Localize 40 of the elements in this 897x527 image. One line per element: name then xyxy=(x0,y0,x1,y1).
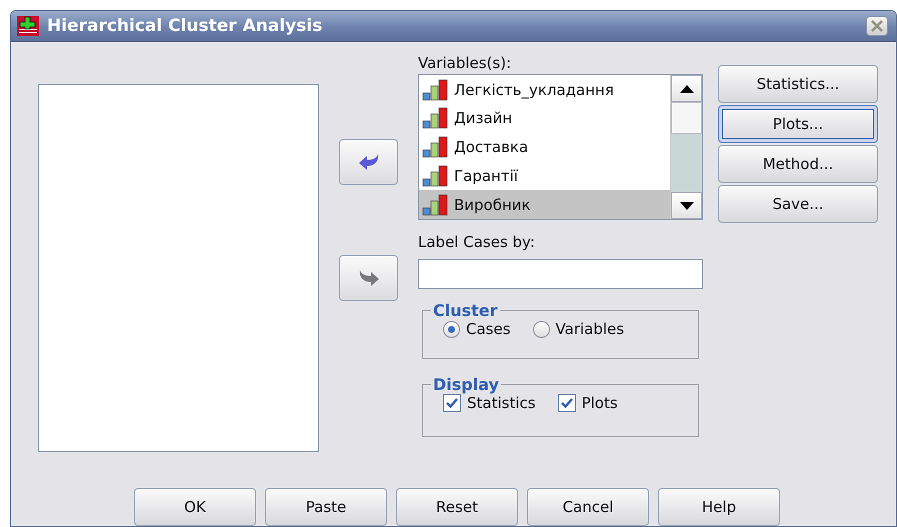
checkbox-option[interactable]: Statistics xyxy=(443,394,536,412)
close-icon xyxy=(870,20,884,32)
group-title: Cluster xyxy=(432,301,499,320)
bar-chart-icon xyxy=(422,78,448,101)
variables-label: Variables(s): xyxy=(418,53,512,74)
scrollbar[interactable] xyxy=(670,75,702,220)
bar-chart-icon xyxy=(422,107,448,130)
close-button[interactable] xyxy=(866,16,888,36)
up-triangle-icon xyxy=(680,84,694,93)
label-cases-field[interactable] xyxy=(418,259,703,290)
down-triangle-icon xyxy=(680,202,694,210)
dialog-button[interactable]: Reset xyxy=(396,488,518,526)
app-icon xyxy=(17,16,39,36)
group-title: Display xyxy=(432,375,500,394)
scroll-up-button[interactable] xyxy=(671,75,702,102)
variable-item[interactable]: Гарантії xyxy=(419,162,670,190)
dialog-button[interactable]: Paste xyxy=(265,488,387,526)
radio-option[interactable]: Variables xyxy=(532,320,624,338)
window-title: Hierarchical Cluster Analysis xyxy=(47,16,324,36)
variable-item[interactable]: Виробник xyxy=(419,190,670,220)
scroll-down-button[interactable] xyxy=(671,192,702,220)
bar-chart-icon xyxy=(422,136,448,158)
checkbox-option[interactable]: Plots xyxy=(558,394,618,412)
dialog-button[interactable]: Statistics... xyxy=(718,65,878,104)
dialog-button[interactable]: Help xyxy=(658,488,780,526)
left-arrow-icon xyxy=(356,152,380,172)
dialog-button[interactable]: Plots... xyxy=(718,105,878,144)
dialog-button[interactable]: Method... xyxy=(718,145,878,184)
variable-item[interactable]: Дизайн xyxy=(419,104,670,133)
bar-chart-icon xyxy=(422,194,448,216)
label-cases-label: Label Cases by: xyxy=(418,232,536,254)
variable-item[interactable]: Доставка xyxy=(419,132,670,162)
dialog-button[interactable]: OK xyxy=(134,488,256,526)
scroll-thumb[interactable] xyxy=(671,102,702,134)
variable-item[interactable]: Легкість_укладання xyxy=(419,75,670,104)
radio-option[interactable]: Cases xyxy=(443,320,511,338)
dialog-button[interactable]: Save... xyxy=(718,185,878,224)
bar-chart-icon xyxy=(422,165,448,188)
dialog-button[interactable]: Cancel xyxy=(527,488,649,526)
transfer-button[interactable] xyxy=(339,139,398,186)
